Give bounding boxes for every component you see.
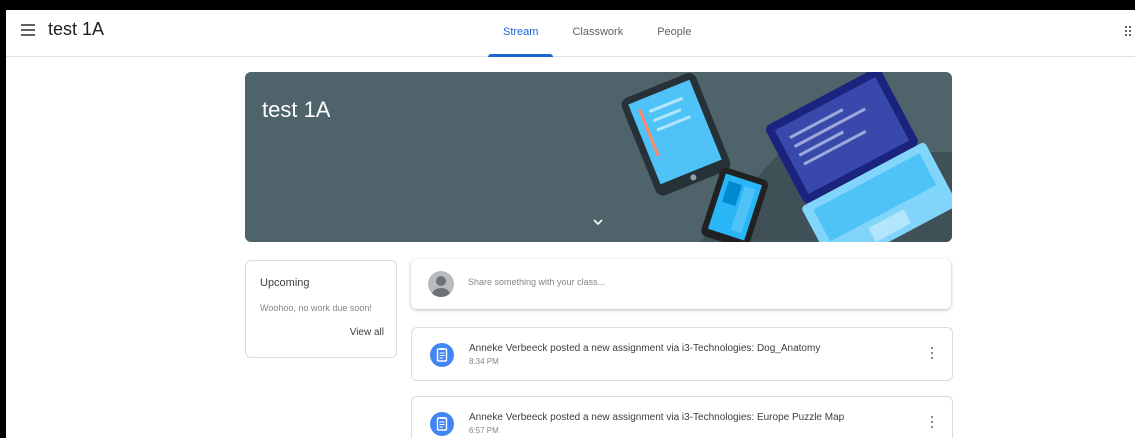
stream-post[interactable]: Anneke Verbeeck posted a new assignment … <box>411 396 953 438</box>
hamburger-menu-icon[interactable] <box>21 24 35 36</box>
class-banner: test 1A <box>245 72 952 242</box>
classroom-window: test 1A Stream Classwork People test 1A <box>6 10 1135 438</box>
more-options-icon[interactable] <box>930 347 934 361</box>
share-box[interactable]: Share something with your class... <box>411 259 951 309</box>
upcoming-card: Upcoming Woohoo, no work due soon! View … <box>245 260 397 358</box>
post-time: 8:34 PM <box>469 357 499 366</box>
tab-classwork[interactable]: Classwork <box>555 10 640 56</box>
class-name[interactable]: test 1A <box>48 19 104 40</box>
view-all-link[interactable]: View all <box>350 327 384 338</box>
post-title[interactable]: Anneke Verbeeck posted a new assignment … <box>469 412 844 423</box>
upcoming-message: Woohoo, no work due soon! <box>260 303 372 313</box>
share-input[interactable]: Share something with your class... <box>468 277 605 287</box>
top-app-bar: test 1A Stream Classwork People <box>6 10 1135 57</box>
tab-people[interactable]: People <box>640 10 708 56</box>
banner-title[interactable]: test 1A <box>262 97 330 123</box>
chevron-down-icon[interactable] <box>590 214 606 230</box>
avatar <box>428 271 454 297</box>
more-options-icon[interactable] <box>930 416 934 430</box>
tab-stream[interactable]: Stream <box>486 10 555 57</box>
assignment-icon <box>430 412 454 436</box>
upcoming-title: Upcoming <box>260 277 310 289</box>
tab-bar: Stream Classwork People <box>486 10 708 57</box>
google-apps-icon[interactable] <box>1125 26 1133 36</box>
post-title[interactable]: Anneke Verbeeck posted a new assignment … <box>469 343 820 354</box>
post-time: 6:57 PM <box>469 426 499 435</box>
devices-illustration <box>621 72 952 242</box>
assignment-icon <box>430 343 454 367</box>
stream-post[interactable]: Anneke Verbeeck posted a new assignment … <box>411 327 953 381</box>
